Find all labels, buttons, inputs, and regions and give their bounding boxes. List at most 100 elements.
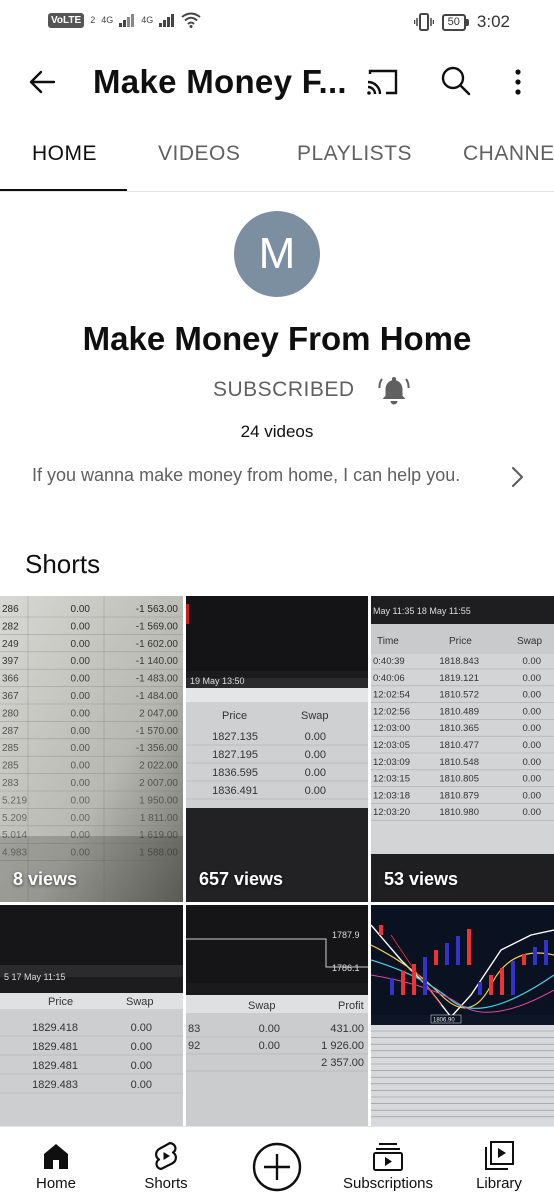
table-cell: 12:03:05 [373, 740, 410, 751]
table-cell: 1829.481 [32, 1041, 78, 1053]
candle [533, 947, 537, 965]
tab-playlists[interactable]: PLAYLISTS [297, 120, 412, 192]
table-cell: -1 483.00 [136, 674, 179, 685]
tab-videos[interactable]: VIDEOS [158, 120, 240, 192]
table-cell: 1810.980 [439, 807, 479, 818]
table-cell: 0:40:39 [373, 656, 405, 667]
candle [434, 950, 438, 965]
table-cell: 1818.843 [439, 656, 479, 667]
short-thumbnail-5[interactable]: 1787.9 1786.1 Swap Profit 83 0.00 431.00 92… [186, 905, 368, 1126]
table-cell: 1810.572 [439, 690, 479, 701]
shorts-grid: 286 0.00 -1 563.00 282 0.00 -1 569.00 249 0.00 -… [0, 596, 554, 1126]
short-5-screenshot: 1787.9 1786.1 Swap Profit 83 0.00 431.00 92… [186, 905, 368, 1126]
table-cell: 1 811.00 [140, 813, 179, 824]
nav-shorts[interactable]: Shorts [130, 1127, 202, 1200]
table-cell: 0.00 [523, 757, 542, 768]
table-cell: -1 484.00 [136, 691, 179, 702]
table-cell: 397 [2, 656, 19, 667]
shorts-icon [155, 1141, 177, 1171]
back-arrow-icon[interactable] [24, 62, 64, 102]
table-cell: 12:02:54 [373, 690, 410, 701]
notification-bell-icon[interactable] [377, 373, 411, 407]
table-cell: 0.00 [523, 774, 542, 785]
short-views: 53 views [384, 869, 459, 889]
table-cell: 0.00 [259, 1040, 280, 1052]
candle [390, 978, 394, 995]
subscription-row: SUBSCRIBED [213, 372, 411, 408]
table-cell: 0.00 [71, 761, 91, 772]
table-cell: 1829.481 [32, 1060, 78, 1072]
table-cell: 285 [2, 743, 19, 754]
subscribed-button[interactable]: SUBSCRIBED [213, 378, 355, 402]
table-cell: 1836.491 [212, 785, 258, 797]
subscriptions-icon [373, 1143, 403, 1171]
table-cell: 0.00 [71, 726, 91, 737]
short-2-col-header: Price [222, 710, 247, 722]
table-cell: 0.00 [71, 795, 91, 806]
table-cell: 12:03:09 [373, 757, 410, 768]
table-cell: 5.209 [2, 813, 27, 824]
nav-subscriptions[interactable]: Subscriptions [336, 1127, 440, 1200]
table-cell: 12:03:00 [373, 723, 410, 734]
table-cell: 0.00 [71, 656, 91, 667]
table-cell: 5.219 [2, 795, 27, 806]
candle [489, 975, 493, 995]
short-thumbnail-3[interactable]: May 11:35 18 May 11:55 Time Price Swap 0… [371, 596, 554, 902]
status-right: 50 3:02 [413, 12, 510, 32]
volte-badge: VoLTE [48, 12, 85, 28]
tabs-divider [0, 191, 554, 192]
candle [478, 982, 482, 995]
nav-shorts-label: Shorts [144, 1175, 188, 1192]
nav-home[interactable]: Home [20, 1127, 92, 1200]
short-3-col-header: Time [377, 636, 399, 647]
table-cell: -1 563.00 [136, 604, 179, 615]
table-cell: -1 140.00 [136, 656, 179, 667]
table-cell: 1829.483 [32, 1079, 78, 1091]
table-cell: 0.00 [523, 723, 542, 734]
table-cell: 2 022.00 [139, 761, 178, 772]
nav-library[interactable]: Library [462, 1127, 536, 1200]
channel-description-row[interactable]: If you wanna make money from home, I can… [32, 462, 532, 492]
table-cell: 0.00 [305, 749, 326, 761]
channel-tabs: HOME VIDEOS PLAYLISTS CHANNE [0, 120, 554, 192]
table-cell: 2 047.00 [139, 708, 178, 719]
channel-name: Make Money From Home [82, 320, 472, 357]
table-cell: 0.00 [523, 740, 542, 751]
table-cell: 367 [2, 691, 19, 702]
table-cell: 1810.489 [439, 706, 479, 717]
table-cell: 0.00 [71, 691, 91, 702]
channel-avatar[interactable]: M [234, 211, 320, 297]
candle [544, 940, 548, 965]
search-icon[interactable] [436, 62, 476, 102]
table-cell: 0.00 [71, 708, 91, 719]
header-title: Make Money F... [93, 63, 347, 100]
short-thumbnail-6[interactable]: 1806.90 [371, 905, 554, 1126]
vibrate-icon [413, 13, 434, 31]
wifi-icon [181, 12, 201, 28]
table-cell: 0.00 [71, 778, 91, 789]
app-bar: Make Money F... [0, 44, 554, 120]
short-thumbnail-1[interactable]: 286 0.00 -1 563.00 282 0.00 -1 569.00 249 0.00 -… [0, 596, 183, 902]
candle [467, 929, 471, 965]
short-views: 657 views [199, 869, 284, 889]
table-cell: 83 [188, 1023, 200, 1035]
short-5-col-header: Profit [338, 1000, 364, 1012]
table-cell: -1 356.00 [136, 743, 179, 754]
more-vert-icon[interactable] [502, 62, 534, 102]
table-cell: 0.00 [523, 790, 542, 801]
table-cell: 0.00 [71, 813, 91, 824]
table-cell: 0.00 [523, 656, 542, 667]
table-cell: -1 569.00 [136, 621, 179, 632]
tab-home[interactable]: HOME [32, 120, 97, 192]
table-cell: 282 [2, 621, 19, 632]
cast-icon[interactable] [360, 62, 404, 102]
short-thumbnail-4[interactable]: 5 17 May 11:15 Price Swap 1829.418 0.00 18… [0, 905, 183, 1126]
short-thumbnail-2[interactable]: 19 May 13:50 Price Swap 1827.135 0.00 1827… [186, 596, 368, 902]
table-cell: 12:02:56 [373, 706, 410, 717]
tab-channels[interactable]: CHANNE [463, 120, 554, 192]
sim-indicator: 2 [90, 15, 96, 25]
network-type-1: 4G [101, 15, 114, 25]
nav-library-label: Library [476, 1175, 522, 1192]
nav-create[interactable] [240, 1127, 314, 1200]
bottom-navigation: Home Shorts Subscriptions Library [0, 1126, 554, 1200]
